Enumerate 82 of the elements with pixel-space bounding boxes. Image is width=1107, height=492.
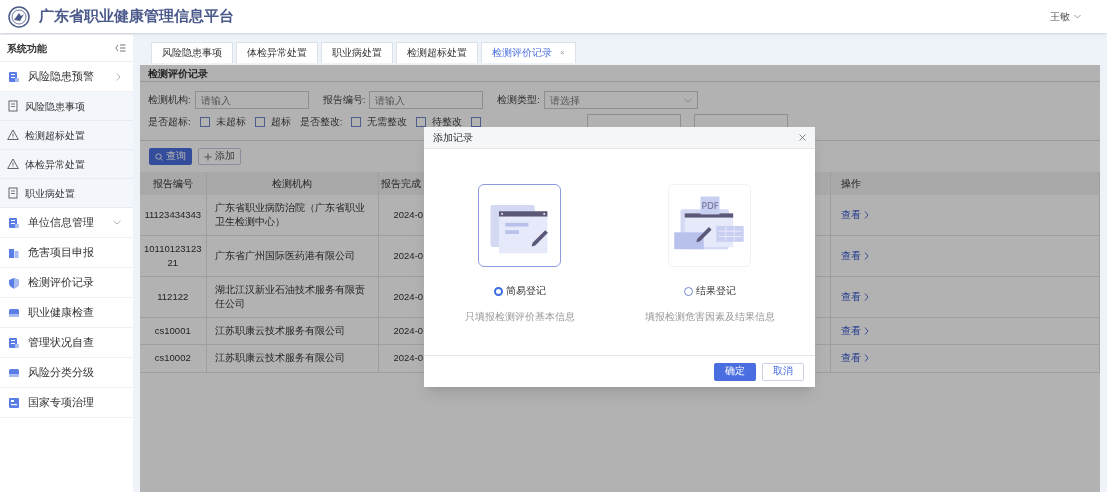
sidebar-subitem[interactable]: 检测超标处置 bbox=[0, 121, 133, 150]
select-field[interactable]: 请选择 bbox=[543, 91, 698, 109]
radio-option[interactable]: 简易登记 bbox=[493, 284, 546, 299]
app-title: 广东省职业健康管理信息平台 bbox=[39, 6, 234, 27]
chevron-right-icon bbox=[863, 293, 869, 301]
warning-icon bbox=[7, 129, 19, 141]
sidebar-subitem[interactable]: 体检异常处置 bbox=[0, 150, 133, 179]
table-cell: 广东省广州国际医药港有限公司 bbox=[206, 235, 378, 277]
building-icon bbox=[8, 246, 20, 259]
input-field[interactable]: 请输入 bbox=[194, 91, 309, 109]
sidebar-subitem[interactable]: 风险隐患事项 bbox=[0, 92, 133, 121]
add-button[interactable]: 添加 bbox=[198, 148, 241, 165]
checkbox[interactable] bbox=[254, 117, 265, 127]
checkbox[interactable] bbox=[416, 117, 427, 127]
user-name[interactable]: 王敏 bbox=[1050, 9, 1070, 24]
checkbox[interactable] bbox=[351, 117, 362, 127]
view-link[interactable]: 查看 bbox=[840, 324, 869, 339]
chevron-right-icon bbox=[863, 327, 869, 336]
column-header: 检测机构 bbox=[206, 172, 378, 195]
confirm-button[interactable]: 确定 bbox=[714, 362, 756, 381]
checkbox[interactable] bbox=[471, 117, 482, 127]
sidebar-subitem[interactable]: 职业病处置 bbox=[0, 179, 133, 208]
table-cell: 112122 bbox=[140, 276, 206, 318]
table-cell: 11123434343 bbox=[140, 195, 206, 236]
tab[interactable]: 检测超标处置 bbox=[396, 42, 478, 63]
input-field[interactable]: 请输入 bbox=[369, 91, 484, 109]
stack-icon bbox=[8, 216, 20, 229]
stack-icon bbox=[8, 70, 20, 83]
checkbox-label: 超标 bbox=[270, 114, 291, 129]
radio-button[interactable] bbox=[683, 286, 693, 296]
chevron-right-icon bbox=[863, 354, 869, 363]
table-cell: 江苏职康云技术服务有限公司 bbox=[206, 344, 378, 372]
warning-icon bbox=[7, 158, 19, 170]
shield-icon bbox=[8, 276, 20, 289]
tab[interactable]: 风险隐患事项 bbox=[151, 42, 233, 63]
field-label: 检测机构: bbox=[148, 92, 191, 107]
table-cell: 湖北江汉新业石油技术服务有限责任公司 bbox=[206, 276, 378, 318]
collapse-icon[interactable] bbox=[115, 44, 126, 52]
emblem-logo bbox=[8, 5, 30, 28]
view-link[interactable]: 查看 bbox=[840, 289, 869, 305]
tab[interactable]: 职业病处置 bbox=[321, 42, 393, 63]
search-icon bbox=[155, 152, 163, 161]
plus-icon bbox=[204, 152, 212, 161]
field-label: 检测类型: bbox=[497, 92, 540, 107]
document-icon bbox=[7, 100, 19, 112]
checkbox-label: 待整改 bbox=[432, 114, 463, 129]
view-link[interactable]: 查看 bbox=[840, 351, 869, 366]
chevron-down-icon bbox=[683, 97, 692, 103]
view-link[interactable]: 查看 bbox=[840, 207, 869, 223]
checkbox-label: 无需整改 bbox=[367, 114, 408, 129]
chevron-right-icon bbox=[863, 211, 869, 219]
table-cell: cs10001 bbox=[140, 317, 206, 345]
sidebar-title: 系统功能 bbox=[7, 41, 47, 56]
group-label: 是否超标: bbox=[148, 114, 191, 129]
column-header: 操作 bbox=[830, 172, 1100, 195]
column-header: 报告编号 bbox=[140, 172, 206, 195]
table-cell: cs10002 bbox=[140, 344, 206, 372]
table-cell: 广东省职业病防治院（广东省职业卫生检测中心） bbox=[206, 195, 378, 236]
tray-icon bbox=[8, 366, 20, 379]
chevron-right-icon bbox=[863, 252, 869, 260]
table-cell: 1011012312321 bbox=[140, 235, 206, 277]
checkbox-label: 未超标 bbox=[215, 114, 246, 129]
chevron-down-icon bbox=[1074, 14, 1081, 19]
field-label: 报告编号: bbox=[322, 92, 366, 107]
stack-icon bbox=[8, 336, 20, 349]
group-label: 是否整改: bbox=[299, 114, 343, 129]
document-icon bbox=[7, 187, 19, 199]
radio-option[interactable]: 结果登记 bbox=[683, 284, 736, 299]
view-link[interactable]: 查看 bbox=[840, 248, 869, 264]
tab[interactable]: 体检异常处置 bbox=[236, 42, 318, 63]
checkbox[interactable] bbox=[199, 117, 210, 127]
dialog-title: 添加记录 bbox=[433, 131, 473, 145]
tab[interactable]: 检测评价记录 × bbox=[481, 42, 576, 63]
panel-title: 检测评价记录 bbox=[148, 66, 208, 81]
close-icon[interactable] bbox=[799, 134, 806, 141]
tray-icon bbox=[8, 306, 20, 319]
search-button[interactable]: 查询 bbox=[149, 148, 192, 165]
option-card[interactable] bbox=[478, 184, 561, 267]
cancel-button[interactable]: 取消 bbox=[762, 362, 804, 381]
radio-button[interactable] bbox=[493, 286, 503, 296]
board-icon bbox=[8, 396, 20, 409]
table-cell: 江苏职康云技术服务有限公司 bbox=[206, 317, 378, 345]
